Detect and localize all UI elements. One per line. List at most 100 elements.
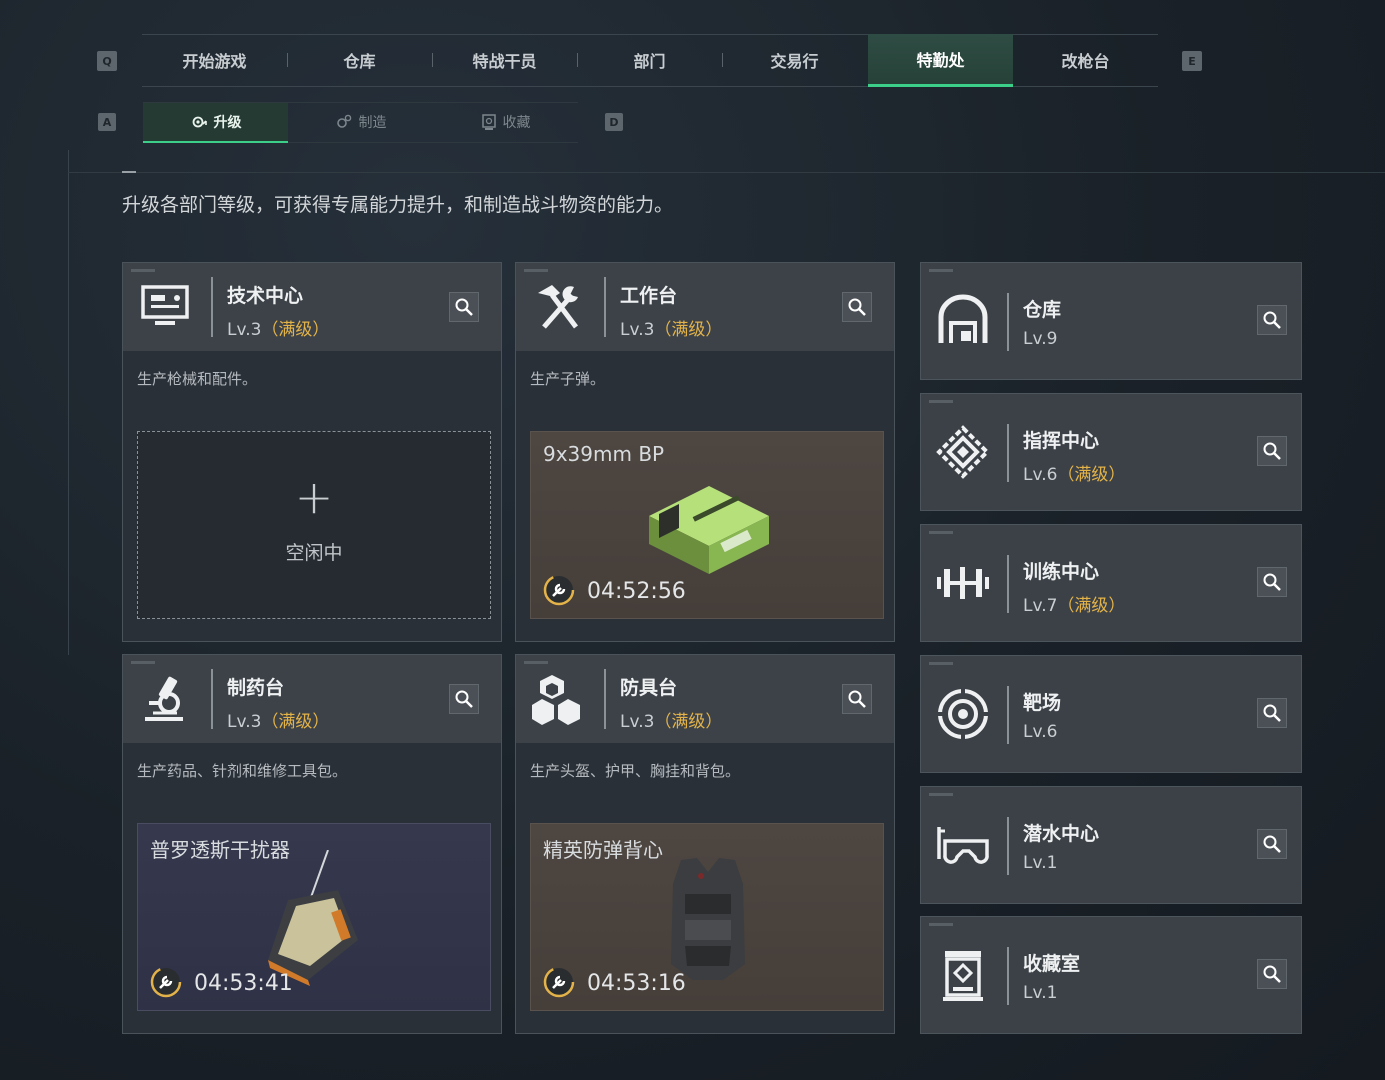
- facility-title: 潜水中心: [1023, 823, 1100, 845]
- level-value: Lv.6: [1023, 465, 1058, 485]
- card-tech-center[interactable]: 技术中心 Lv.3（满级） 生产枪械和配件。 + 空闲中: [122, 262, 502, 642]
- armor-vest-image: [671, 858, 745, 980]
- max-level-tag: （满级）: [654, 320, 723, 340]
- subtab-craft-label: 制造: [358, 115, 387, 131]
- header-separator: [1007, 686, 1009, 744]
- tab-gunsmith[interactable]: 改枪台: [1013, 34, 1158, 86]
- production-slot[interactable]: 精英防弹背心 04:53:16: [530, 823, 884, 1011]
- tab-departments[interactable]: 部门: [577, 34, 722, 86]
- facility-title: 靶场: [1023, 692, 1062, 714]
- level-value: Lv.7: [1023, 596, 1058, 616]
- tab-start-game[interactable]: 开始游戏: [142, 34, 287, 86]
- card-corner-mark: [929, 531, 953, 534]
- subtab-craft[interactable]: 制造: [288, 103, 433, 141]
- search-button[interactable]: [842, 684, 872, 714]
- facility-title: 仓库: [1023, 299, 1062, 321]
- product-name: 9x39mm BP: [543, 442, 665, 466]
- search-button[interactable]: [1257, 305, 1287, 335]
- card-title: 工作台: [620, 285, 678, 307]
- idle-slot[interactable]: + 空闲中: [137, 431, 491, 619]
- card-header: 技术中心 Lv.3（满级）: [123, 263, 501, 351]
- tab-operators[interactable]: 特战干员: [432, 34, 577, 86]
- facility-level: Lv.6（满级）: [1023, 460, 1125, 485]
- product-name: 精英防弹背心: [543, 838, 663, 862]
- frame-tick: [122, 171, 136, 173]
- facility-level: Lv.9: [1023, 329, 1057, 349]
- card-pharmacy[interactable]: 制药台 Lv.3（满级） 生产药品、针剂和维修工具包。 普罗透斯干扰器 04:5…: [122, 654, 502, 1034]
- search-button[interactable]: [842, 292, 872, 322]
- header-separator: [1007, 293, 1009, 351]
- header-separator: [1007, 817, 1009, 875]
- search-button[interactable]: [1257, 567, 1287, 597]
- hammer-wrench-icon: [538, 285, 578, 329]
- microscope-icon: [145, 676, 183, 721]
- header-separator: [604, 669, 606, 729]
- search-button[interactable]: [1257, 436, 1287, 466]
- card-armor-bench[interactable]: 防具台 Lv.3（满级） 生产头盔、护甲、胸挂和背包。 精英防弹背心 04:53…: [515, 654, 895, 1034]
- facility-dive-center[interactable]: 潜水中心 Lv.1: [920, 786, 1302, 904]
- search-icon: [848, 690, 866, 708]
- search-icon: [1263, 573, 1281, 591]
- subnav-right-key[interactable]: D: [605, 113, 623, 131]
- facility-level: Lv.6: [1023, 722, 1057, 742]
- facility-command-center[interactable]: 指挥中心 Lv.6（满级）: [920, 393, 1302, 511]
- level-value: Lv.6: [1023, 722, 1058, 742]
- facility-shooting-range[interactable]: 靶场 Lv.6: [920, 655, 1302, 773]
- card-description: 生产子弹。: [530, 370, 606, 388]
- facility-title: 训练中心: [1023, 561, 1100, 583]
- ammo-box-image: [649, 486, 769, 574]
- search-button[interactable]: [1257, 959, 1287, 989]
- header-separator: [604, 277, 606, 337]
- search-button[interactable]: [1257, 698, 1287, 728]
- level-value: Lv.9: [1023, 329, 1058, 349]
- repair-timer-icon: [150, 966, 182, 998]
- tab-warehouse[interactable]: 仓库: [287, 34, 432, 86]
- card-description: 生产枪械和配件。: [137, 370, 258, 388]
- level-value: Lv.1: [1023, 983, 1058, 1003]
- level-value: Lv.3: [227, 712, 262, 732]
- production-timer: 04:53:16: [587, 971, 686, 996]
- card-header: 工作台 Lv.3（满级）: [516, 263, 894, 351]
- facility-title: 指挥中心: [1023, 430, 1100, 452]
- nav-left-key[interactable]: Q: [97, 51, 117, 71]
- search-button[interactable]: [449, 292, 479, 322]
- level-value: Lv.3: [620, 712, 655, 732]
- facility-warehouse[interactable]: 仓库 Lv.9: [920, 262, 1302, 380]
- facility-level: Lv.1: [1023, 853, 1057, 873]
- production-slot[interactable]: 9x39mm BP 04:52:56: [530, 431, 884, 619]
- card-workbench[interactable]: 工作台 Lv.3（满级） 生产子弹。 9x39mm BP 04:52:56: [515, 262, 895, 642]
- command-icon: [936, 425, 990, 479]
- dive-mask-icon: [937, 827, 989, 864]
- card-level: Lv.3（满级）: [227, 707, 329, 732]
- search-icon: [1263, 442, 1281, 460]
- level-value: Lv.1: [1023, 853, 1058, 873]
- subtab-upgrade[interactable]: 升级: [143, 103, 288, 143]
- tab-market[interactable]: 交易行: [722, 34, 867, 86]
- search-icon: [455, 298, 473, 316]
- card-corner-mark: [929, 269, 953, 272]
- header-separator: [211, 669, 213, 729]
- frame-line-top: [68, 172, 1385, 173]
- level-value: Lv.3: [620, 320, 655, 340]
- facility-training-center[interactable]: 训练中心 Lv.7（满级）: [920, 524, 1302, 642]
- search-icon: [1263, 835, 1281, 853]
- target-icon: [935, 686, 991, 742]
- max-level-tag: （满级）: [1057, 596, 1126, 616]
- max-level-tag: （满级）: [1057, 465, 1126, 485]
- nav-right-key[interactable]: E: [1182, 51, 1202, 71]
- search-button[interactable]: [449, 684, 479, 714]
- search-icon: [455, 690, 473, 708]
- subtab-collection[interactable]: 收藏: [433, 103, 578, 141]
- subnav-left-key[interactable]: A: [98, 113, 116, 131]
- card-header: 防具台 Lv.3（满级）: [516, 655, 894, 743]
- header-separator: [1007, 947, 1009, 1005]
- dumbbell-icon: [937, 567, 989, 599]
- card-corner-mark: [929, 923, 953, 926]
- card-title: 技术中心: [227, 285, 304, 307]
- search-button[interactable]: [1257, 829, 1287, 859]
- tab-special-ops[interactable]: 特勤处: [868, 34, 1013, 87]
- facility-level: Lv.7（满级）: [1023, 591, 1125, 616]
- search-icon: [1263, 965, 1281, 983]
- facility-collection-room[interactable]: 收藏室 Lv.1: [920, 916, 1302, 1034]
- production-slot[interactable]: 普罗透斯干扰器 04:53:41: [137, 823, 491, 1011]
